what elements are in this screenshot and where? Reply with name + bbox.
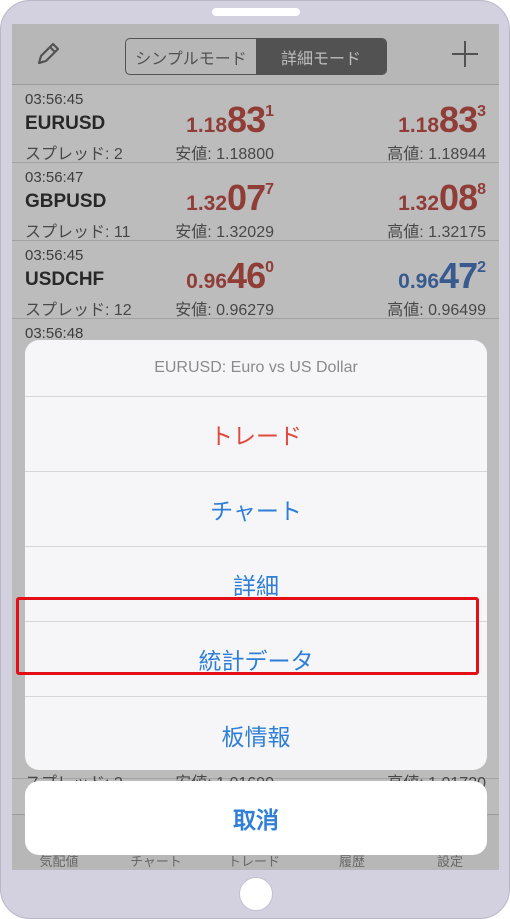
action-market-depth[interactable]: 板情報: [25, 697, 487, 770]
action-sheet: EURUSD: Euro vs US Dollar トレード チャート 詳細 統…: [25, 340, 487, 770]
cancel-button[interactable]: 取消: [25, 781, 487, 855]
action-chart[interactable]: チャート: [25, 472, 487, 547]
home-button[interactable]: [239, 877, 273, 911]
action-trade[interactable]: トレード: [25, 397, 487, 472]
screen: シンプルモード 詳細モード 03:56:45 EURUSD スプレッド: 2 1…: [12, 24, 499, 870]
action-sheet-title: EURUSD: Euro vs US Dollar: [25, 340, 487, 397]
highlight-box: [16, 597, 479, 675]
speaker-slot: [212, 8, 300, 16]
device-frame: シンプルモード 詳細モード 03:56:45 EURUSD スプレッド: 2 1…: [0, 0, 510, 919]
